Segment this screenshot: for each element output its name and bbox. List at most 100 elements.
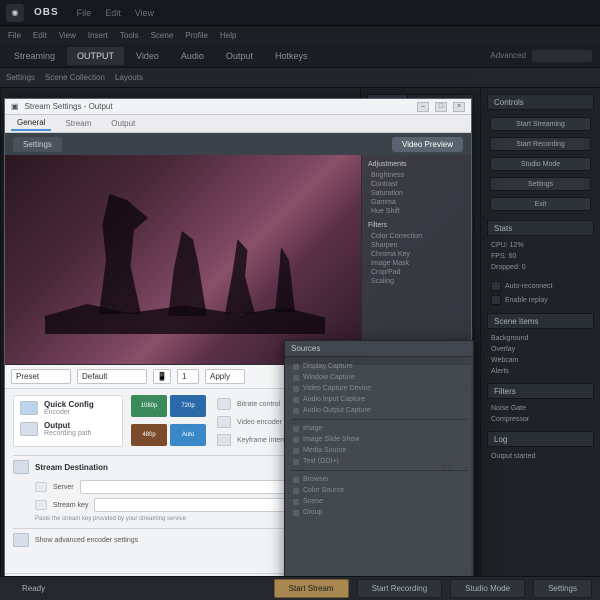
settings-button[interactable]: Settings [533,579,592,598]
menubar: File Edit View Insert Tools Scene Profil… [0,26,600,44]
maximize-button[interactable]: □ [435,102,447,112]
ribbon-tab[interactable]: Output [216,47,263,65]
toolstrip-item[interactable]: Layouts [115,73,143,82]
source-item[interactable]: Window Capture [303,374,355,381]
source-item[interactable]: Audio Output Capture [303,407,371,414]
control-button[interactable]: Settings [490,177,591,191]
minimize-button[interactable]: – [417,102,429,112]
ribbon-tab[interactable]: Video [126,47,169,65]
sources-header[interactable]: Sources [285,341,473,357]
source-icon [293,477,299,483]
menu-item[interactable]: Edit [33,31,47,40]
dialog-tab[interactable]: Stream [59,117,97,130]
workspace: Scene Mixer Opacity Blend Mode Position … [0,88,600,600]
side-item[interactable]: Chroma Key [368,250,465,259]
subtab-pill[interactable]: Settings [13,137,62,152]
studio-mode-button[interactable]: Studio Mode [450,579,525,598]
source-item[interactable]: Video Capture Device [303,385,371,392]
list-item[interactable]: Noise Gate [491,405,590,412]
side-item[interactable]: Hue Shift [368,207,465,216]
subtab-pill[interactable]: Video Preview [392,137,463,152]
checkbox[interactable] [491,295,501,305]
side-item[interactable]: Gamma [368,198,465,207]
dialog-tab[interactable]: General [11,116,51,131]
folder-icon: ▣ [11,102,19,111]
titlebar-menu-item[interactable]: View [135,8,154,18]
close-button[interactable]: × [453,102,465,112]
side-item[interactable]: Sharpen [368,241,465,250]
control-button[interactable]: Start Streaming [490,117,591,131]
stat-label: Dropped: 0 [491,264,590,271]
dialog-tab[interactable]: Output [105,117,141,130]
silhouette-base [45,304,325,334]
list-item[interactable]: Overlay [491,346,590,353]
menu-item[interactable]: Tools [120,31,139,40]
source-item[interactable]: Group [303,509,322,516]
prop-label: Auto-reconnect [505,283,590,290]
resolution-swatch[interactable]: 480p [131,424,167,446]
resolution-swatch[interactable]: 1080p [131,395,167,417]
source-item[interactable]: Text (GDI+) [303,458,339,465]
dialog-tabs: General Stream Output [5,115,471,133]
menu-item[interactable]: Help [220,31,236,40]
side-item[interactable]: Color Correction [368,232,465,241]
side-item[interactable]: Brightness [368,171,465,180]
slider-icon [217,398,231,410]
app-logo-icon: ◉ [6,4,24,22]
preset-label: Preset [11,369,71,384]
resolution-swatch[interactable]: 720p [170,395,206,417]
control-button[interactable]: Start Recording [490,137,591,151]
side-item[interactable]: Scaling [368,277,465,286]
resolution-swatch[interactable]: Auto [170,424,206,446]
menu-item[interactable]: File [8,31,21,40]
source-item[interactable]: Scene [303,498,323,505]
source-item[interactable]: Color Source [303,487,344,494]
menu-item[interactable]: View [59,31,76,40]
menu-item[interactable]: Scene [151,31,174,40]
list-item[interactable]: Alerts [491,368,590,375]
key-icon [35,500,47,510]
control-button[interactable]: Exit [490,197,591,211]
apply-button[interactable]: Apply [205,369,245,384]
ribbon-tab[interactable]: OUTPUT [67,47,124,65]
preset-select[interactable]: Default [77,369,147,384]
dialog-titlebar[interactable]: ▣ Stream Settings - Output – □ × [5,99,471,115]
source-item[interactable]: Image [303,425,322,432]
side-item[interactable]: Image Mask [368,259,465,268]
toolstrip-item[interactable]: Settings [6,73,35,82]
titlebar-menu-item[interactable]: Edit [105,8,121,18]
side-item[interactable]: Saturation [368,189,465,198]
ribbon-search[interactable] [532,50,592,62]
menu-item[interactable]: Insert [88,31,108,40]
ribbon-tab[interactable]: Streaming [4,47,65,65]
ribbon-tabs: Streaming OUTPUT Video Audio Output Hotk… [0,44,600,68]
menu-item[interactable]: Profile [185,31,208,40]
broadcast-icon [13,460,29,474]
list-item[interactable]: Webcam [491,357,590,364]
checkbox[interactable] [491,281,501,291]
video-preview[interactable]: Adjustments Brightness Contrast Saturati… [5,155,471,365]
control-button[interactable]: Studio Mode [490,157,591,171]
source-item[interactable]: Image Slide Show [303,436,359,443]
page-input[interactable]: 1 [177,369,199,384]
gear-icon [217,416,231,428]
toolstrip-item[interactable]: Scene Collection [45,73,105,82]
list-item[interactable]: Background [491,335,590,342]
source-item[interactable]: Media Source [303,447,346,454]
list-item[interactable]: Compressor [491,416,590,423]
source-item[interactable]: Browser [303,476,329,483]
titlebar-menu-item[interactable]: File [77,8,92,18]
ribbon-tab[interactable]: Audio [171,47,214,65]
source-item[interactable]: Audio Input Capture [303,396,365,403]
source-item[interactable]: Display Capture [303,363,353,370]
side-item[interactable]: Crop/Pad [368,268,465,277]
stat-label: FPS: 60 [491,253,590,260]
side-group-title: Filters [368,222,465,229]
ribbon-tab[interactable]: Hotkeys [265,47,318,65]
phone-icon[interactable]: 📱 [153,369,171,384]
panel-header: Log [487,431,594,447]
sources-panel: Sources Display Capture Window Capture V… [284,340,474,598]
start-stream-button[interactable]: Start Stream [274,579,349,598]
side-item[interactable]: Contrast [368,180,465,189]
start-recording-button[interactable]: Start Recording [357,579,443,598]
